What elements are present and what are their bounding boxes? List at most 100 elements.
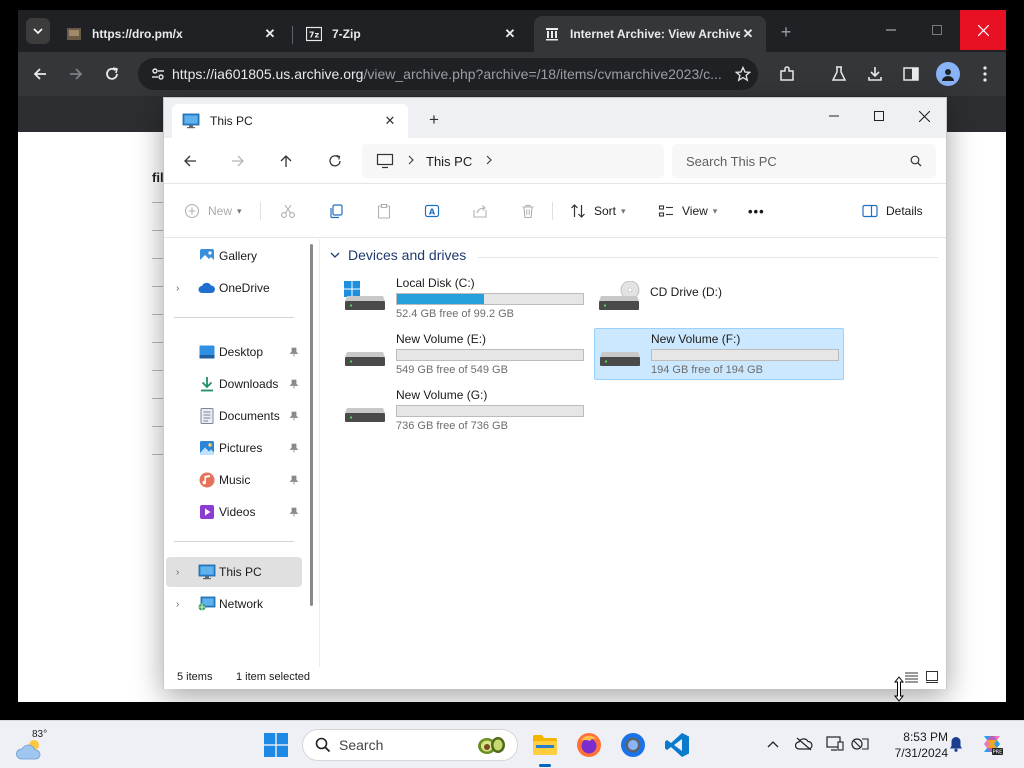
drive-item-c[interactable]: Local Disk (C:) 52.4 GB free of 99.2 GB [340, 273, 590, 325]
back-arrow-icon[interactable] [179, 150, 201, 172]
tab-title: https://dro.pm/x [92, 27, 183, 41]
close-icon[interactable] [904, 102, 944, 130]
breadcrumb[interactable]: This PC [362, 144, 664, 178]
windows-logo-icon [264, 733, 288, 757]
sort-button[interactable]: Sort ▾ [570, 200, 626, 222]
vscode-taskbar-icon[interactable] [661, 729, 693, 761]
tab-search-button[interactable] [26, 18, 50, 44]
chevron-right-icon[interactable] [408, 154, 414, 168]
chevron-right-icon[interactable]: › [176, 567, 186, 578]
chevron-right-icon[interactable] [486, 154, 493, 168]
extensions-icon[interactable] [776, 63, 798, 85]
pin-icon[interactable] [288, 410, 300, 422]
minimize-icon[interactable] [868, 10, 914, 50]
menu-kebab-icon[interactable] [974, 63, 996, 85]
forward-arrow-icon[interactable] [65, 63, 87, 85]
group-divider [478, 257, 938, 258]
maximize-icon[interactable] [859, 102, 899, 130]
file-explorer-taskbar-icon[interactable] [529, 729, 561, 761]
weather-widget[interactable]: 83° [16, 729, 50, 761]
pin-icon[interactable] [288, 378, 300, 390]
new-tab-button[interactable]: + [426, 110, 442, 129]
tab-close-icon[interactable]: ✕ [740, 26, 756, 42]
drive-item-d[interactable]: CD Drive (D:) [594, 273, 844, 325]
sidebar-item-pictures[interactable]: Pictures [166, 433, 302, 463]
taskbar-search-box[interactable]: Search [302, 729, 518, 761]
sidebar-divider [174, 541, 294, 542]
maximize-icon[interactable] [914, 10, 960, 50]
delete-trash-icon[interactable] [520, 200, 536, 222]
chrome-taskbar-icon[interactable] [617, 729, 649, 761]
sidebar-item-documents[interactable]: Documents [166, 401, 302, 431]
site-info-icon[interactable] [144, 66, 172, 82]
more-options-icon[interactable]: ••• [748, 200, 765, 222]
back-arrow-icon[interactable] [29, 63, 51, 85]
explorer-tab-this-pc[interactable]: This PC ✕ [172, 104, 408, 138]
new-tab-button[interactable]: + [776, 22, 796, 42]
share-icon[interactable] [472, 200, 488, 222]
pin-icon[interactable] [288, 346, 300, 358]
close-icon[interactable] [960, 10, 1006, 50]
details-view-icon[interactable] [903, 670, 919, 684]
sidebar-item-onedrive[interactable]: › OneDrive [166, 273, 302, 303]
drive-item-e[interactable]: New Volume (E:) 549 GB free of 549 GB [340, 329, 590, 381]
sidebar-item-this-pc[interactable]: › This PC [166, 557, 302, 587]
cloud-icon [198, 280, 216, 296]
browser-tab-archive[interactable]: Internet Archive: View Archive ✕ [534, 16, 766, 52]
vscode-icon [665, 733, 689, 757]
sidebar-item-downloads[interactable]: Downloads [166, 369, 302, 399]
group-header-devices[interactable]: Devices and drives [330, 247, 466, 263]
sidebar-item-network[interactable]: › Network [166, 589, 302, 619]
drive-item-g[interactable]: New Volume (G:) 736 GB free of 736 GB [340, 385, 590, 437]
address-bar[interactable]: https://ia601805.us.archive.org/view_arc… [138, 58, 758, 90]
bookmark-star-icon[interactable] [728, 66, 758, 82]
rename-icon[interactable]: A [424, 200, 440, 222]
chevron-right-icon[interactable]: › [176, 283, 186, 294]
large-icons-view-icon[interactable] [924, 670, 940, 684]
profile-avatar-icon[interactable] [936, 62, 960, 86]
drive-item-f[interactable]: New Volume (F:) 194 GB free of 194 GB [594, 328, 844, 380]
refresh-icon[interactable] [324, 150, 346, 172]
onedrive-offline-icon[interactable] [795, 735, 813, 753]
side-panel-icon[interactable] [900, 63, 922, 85]
breadcrumb-this-pc[interactable]: This PC [426, 154, 472, 169]
minimize-icon[interactable] [814, 102, 854, 130]
forward-arrow-icon[interactable] [227, 150, 249, 172]
details-pane-button[interactable]: Details [862, 200, 923, 222]
new-button[interactable]: New ▾ [184, 200, 242, 222]
cd-drive-icon [599, 281, 640, 310]
tab-close-icon[interactable]: ✕ [382, 113, 398, 129]
sidebar-item-videos[interactable]: Videos [166, 497, 302, 527]
network-status-icon[interactable] [851, 735, 869, 753]
notification-bell-icon[interactable] [947, 735, 965, 753]
display-device-icon[interactable] [826, 735, 844, 753]
reload-icon[interactable] [101, 63, 123, 85]
browser-tab-dropm[interactable]: https://dro.pm/x ✕ [56, 16, 288, 52]
copy-icon[interactable] [328, 200, 344, 222]
download-icon[interactable] [864, 63, 886, 85]
pin-icon[interactable] [288, 442, 300, 454]
pin-icon[interactable] [288, 506, 300, 518]
tab-close-icon[interactable]: ✕ [262, 26, 278, 42]
sidebar-item-music[interactable]: Music [166, 465, 302, 495]
pin-icon[interactable] [288, 474, 300, 486]
labs-flask-icon[interactable] [828, 63, 850, 85]
cut-icon[interactable] [280, 200, 296, 222]
tab-close-icon[interactable]: ✕ [502, 26, 518, 42]
view-button[interactable]: View ▾ [658, 200, 717, 222]
show-hidden-icons-chevron-icon[interactable] [764, 735, 782, 753]
browser-tab-7zip[interactable]: 7z 7-Zip ✕ [296, 16, 528, 52]
chevron-down-icon: ▾ [621, 205, 626, 216]
firefox-taskbar-icon[interactable] [573, 729, 605, 761]
system-clock[interactable]: 8:53 PM 7/31/2024 [878, 729, 948, 761]
sidebar-item-desktop[interactable]: Desktop [166, 337, 302, 367]
chevron-right-icon[interactable]: › [176, 599, 186, 610]
sidebar-scrollbar[interactable] [310, 244, 313, 606]
paste-icon[interactable] [376, 200, 392, 222]
clock-date: 7/31/2024 [894, 746, 948, 760]
copilot-icon[interactable]: PRE [980, 732, 1004, 756]
up-arrow-icon[interactable] [275, 150, 297, 172]
sidebar-item-gallery[interactable]: Gallery [166, 241, 302, 271]
start-button[interactable] [260, 729, 292, 761]
search-input[interactable]: Search This PC [672, 144, 936, 178]
